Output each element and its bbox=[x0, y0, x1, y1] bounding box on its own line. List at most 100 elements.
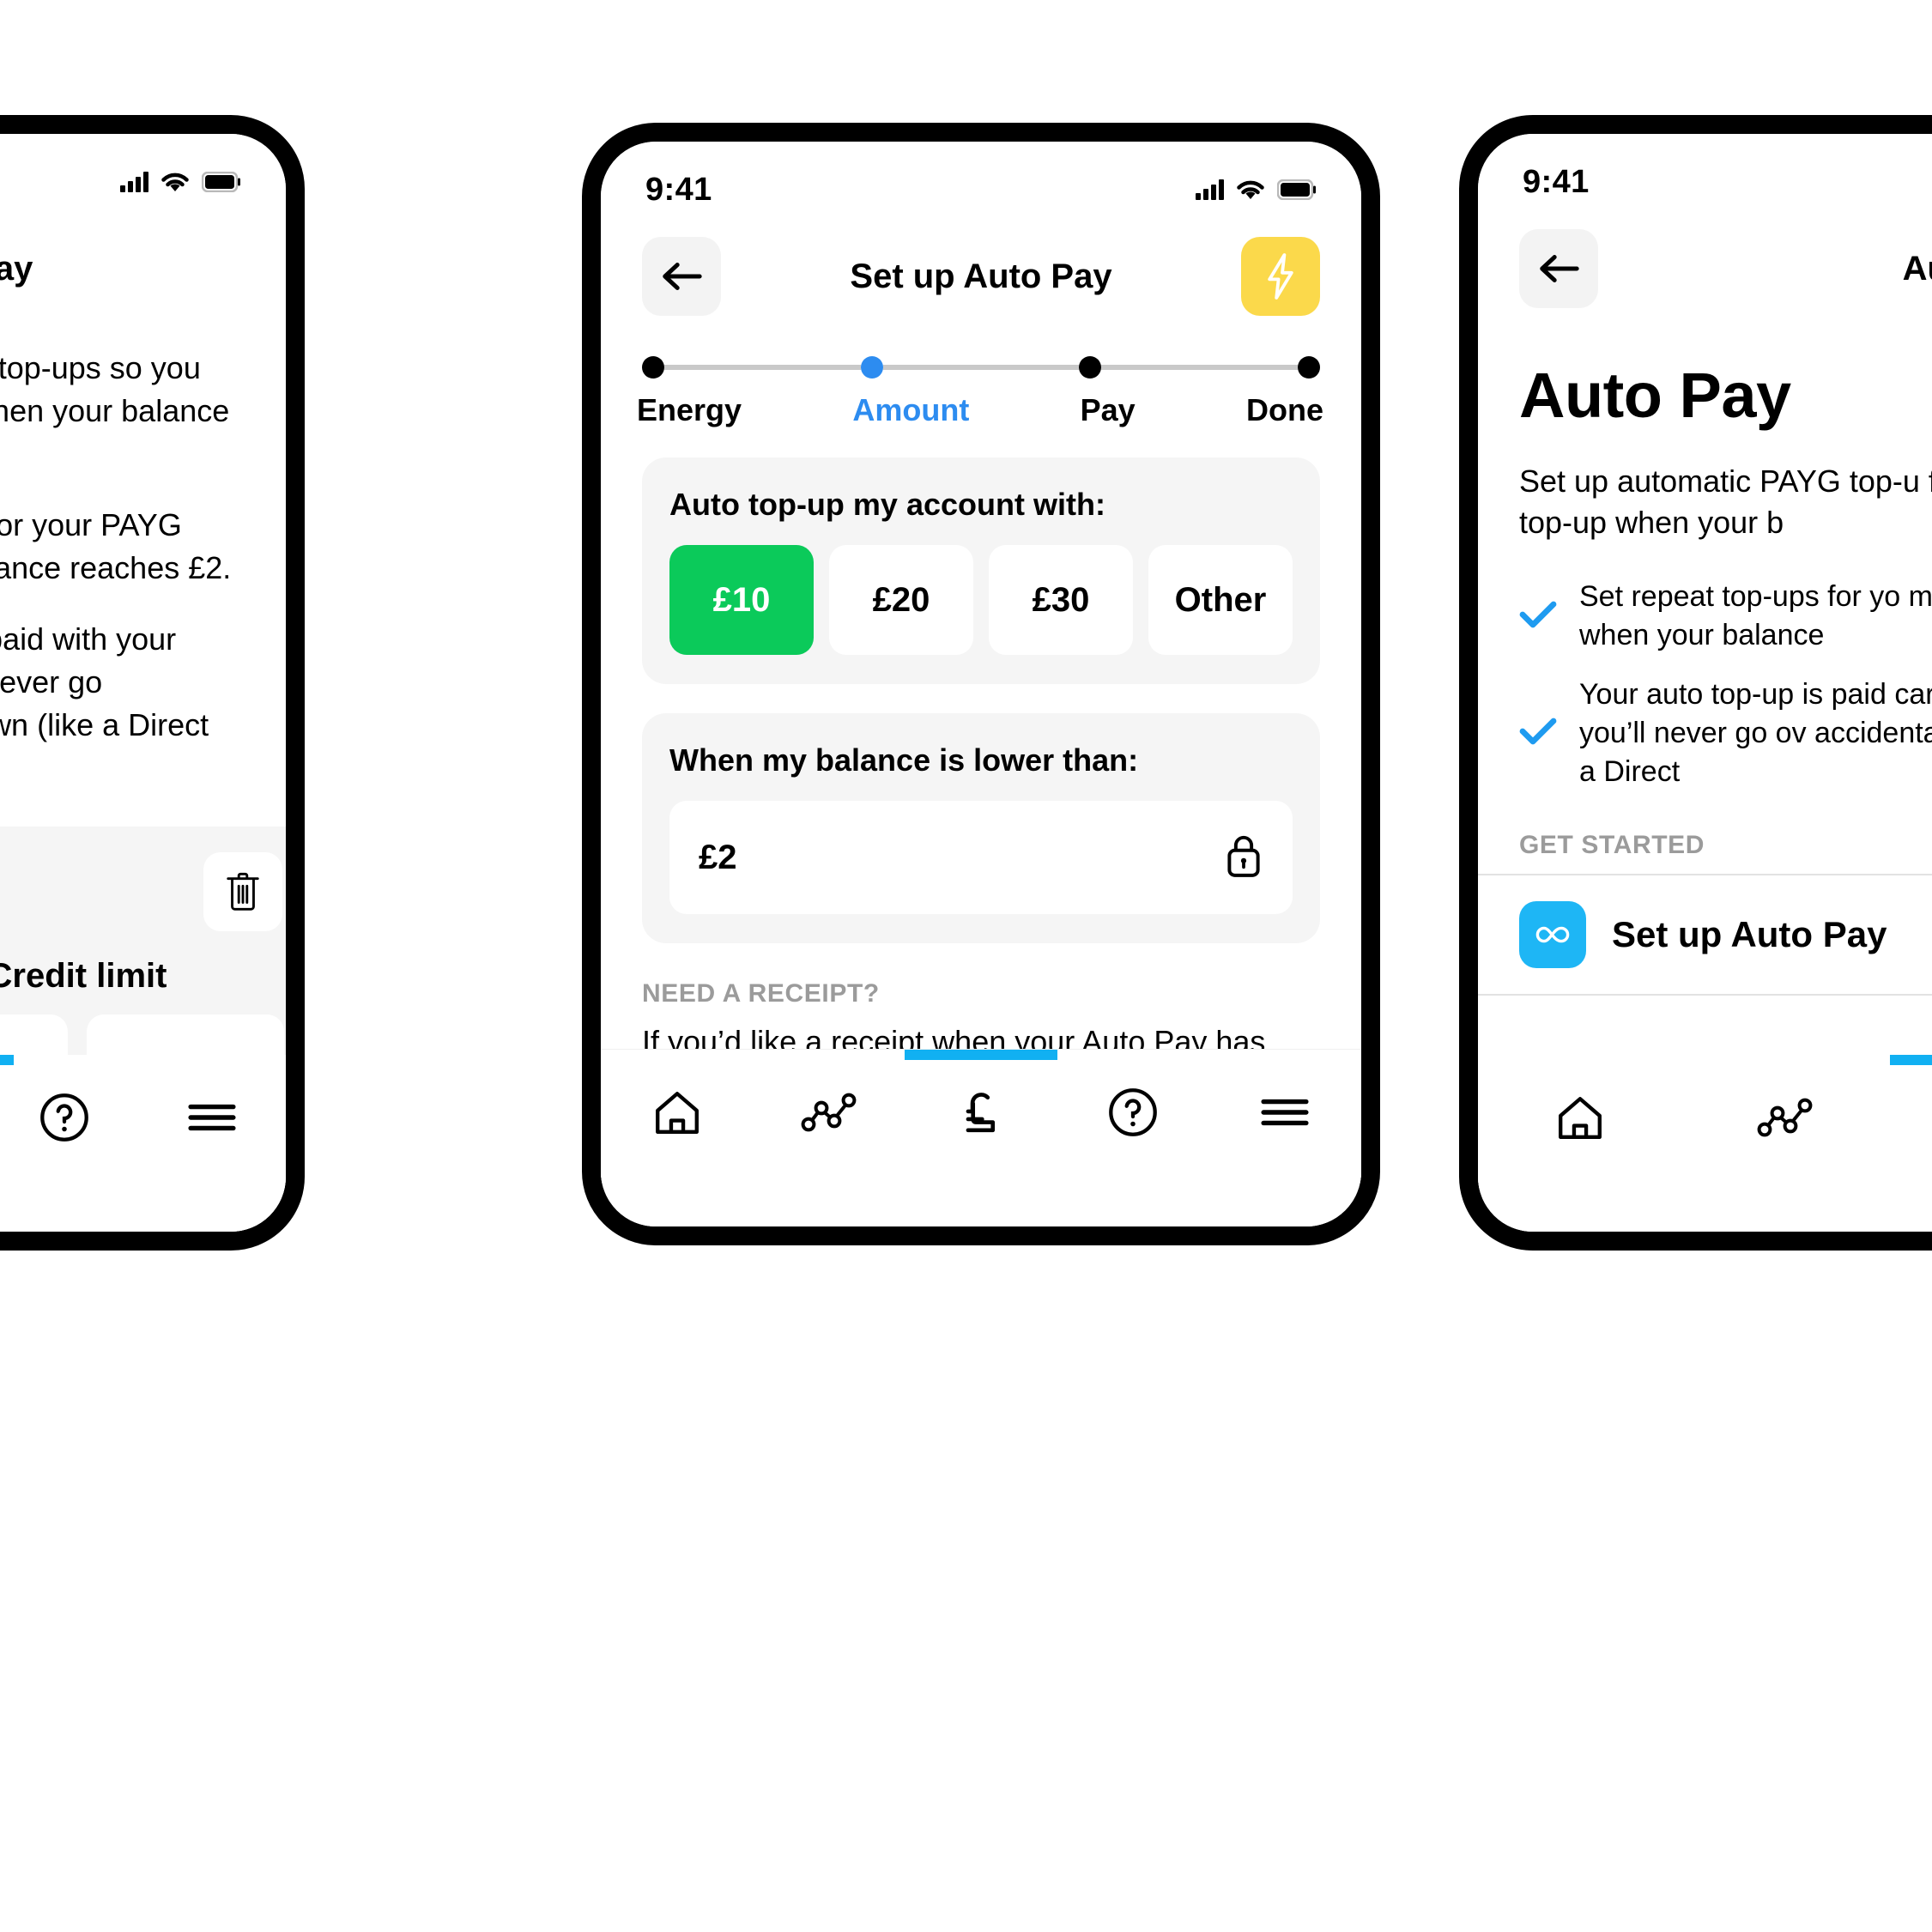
back-button[interactable] bbox=[1519, 229, 1598, 308]
credit-limit-label: Credit limit bbox=[0, 957, 167, 996]
list-item: Set repeat top-ups for yo meter when you… bbox=[1519, 578, 1932, 655]
tab-home[interactable] bbox=[1478, 1093, 1682, 1142]
tab-indicator-right bbox=[1889, 1055, 1932, 1065]
page-title-left: Auto Pay bbox=[0, 249, 33, 288]
check-icon bbox=[1519, 717, 1557, 750]
step-dot-done[interactable] bbox=[1298, 356, 1321, 379]
nav-bar-mid: Set up Auto Pay bbox=[601, 215, 1361, 318]
get-started-label: GET STARTED bbox=[1519, 830, 1705, 859]
question-circle-icon bbox=[40, 1093, 88, 1142]
check-icon bbox=[1519, 600, 1557, 633]
tab-payments[interactable] bbox=[1887, 1091, 1932, 1144]
tab-menu[interactable] bbox=[138, 1099, 286, 1136]
wifi-icon bbox=[1236, 179, 1265, 201]
right-intro-text: Set up automatic PAYG top-u forget to to… bbox=[1519, 463, 1932, 541]
battery-icon bbox=[1277, 179, 1317, 200]
stepper-track bbox=[642, 356, 1321, 379]
amount-option-other[interactable]: Other bbox=[1148, 545, 1293, 655]
nav-bar-left: Auto Pay bbox=[0, 208, 286, 311]
step-line-2 bbox=[882, 365, 1080, 370]
home-icon bbox=[1559, 1097, 1602, 1139]
benefit-text: Set repeat top-ups for yo meter when you… bbox=[1579, 580, 1932, 652]
balance-threshold-card: When my balance is lower than: £2 bbox=[642, 713, 1320, 943]
page-title-right: Auto Pay bbox=[1519, 360, 1791, 431]
status-bar-right: 9:41 bbox=[1478, 134, 1932, 208]
tab-indicator-left bbox=[0, 1055, 14, 1065]
step-label-amount: Amount bbox=[852, 392, 970, 427]
lightning-bolt-icon bbox=[1268, 253, 1293, 300]
back-button[interactable] bbox=[642, 237, 721, 316]
step-label-pay: Pay bbox=[1080, 392, 1136, 427]
stepper-labels: Energy Amount Pay Done bbox=[637, 392, 1324, 428]
back-arrow-icon bbox=[663, 263, 702, 290]
nav-bar-right: Auto Pay bbox=[1478, 208, 1932, 311]
benefit-text: Your auto top-up is paid card, so you’ll… bbox=[1579, 678, 1932, 788]
cellular-signal-icon bbox=[1196, 179, 1224, 200]
balance-threshold-value: £2 bbox=[699, 838, 737, 876]
list-item-setup-auto-pay[interactable]: Set up Auto Pay bbox=[1478, 875, 1932, 994]
status-bar-left bbox=[0, 134, 286, 208]
status-icons bbox=[1196, 179, 1317, 201]
left-bullet-1: op-ups for your PAYG your balance reache… bbox=[0, 507, 232, 585]
step-line-1 bbox=[664, 365, 861, 370]
question-circle-icon bbox=[1109, 1088, 1158, 1136]
tab-bar-right bbox=[1478, 1055, 1932, 1232]
left-intro-block: c PAYG top-ups so you never when your ba… bbox=[0, 311, 286, 789]
battery-icon bbox=[202, 172, 241, 192]
topup-amount-card: Auto top-up my account with: £10 £20 £30… bbox=[642, 457, 1320, 684]
left-intro-text: c PAYG top-ups so you never when your ba… bbox=[0, 350, 230, 428]
chart-dots-icon bbox=[1757, 1098, 1813, 1137]
tab-bar-left bbox=[0, 1055, 286, 1232]
phone-left-screen: Auto Pay c PAYG top-ups so you never whe… bbox=[0, 134, 286, 1232]
tab-help[interactable] bbox=[1057, 1087, 1209, 1138]
phone-middle: 9:41 Set up Auto Pay Energy Amount Pay D… bbox=[582, 123, 1380, 1245]
amount-option-20[interactable]: £20 bbox=[829, 545, 973, 655]
tabs-left bbox=[0, 1055, 286, 1232]
step-label-done: Done bbox=[1246, 392, 1324, 427]
status-time: 9:41 bbox=[645, 171, 712, 208]
chart-dots-icon bbox=[801, 1093, 857, 1132]
list-item-label: Set up Auto Pay bbox=[1612, 913, 1887, 954]
divider-bottom bbox=[1478, 993, 1932, 996]
tab-usage[interactable] bbox=[753, 1091, 905, 1134]
step-dot-energy[interactable] bbox=[642, 356, 664, 379]
pound-icon bbox=[966, 1093, 996, 1133]
amount-option-10[interactable]: £10 bbox=[669, 545, 814, 655]
cellular-signal-icon bbox=[120, 172, 148, 192]
status-bar-mid: 9:41 bbox=[601, 142, 1361, 215]
trash-icon bbox=[227, 872, 259, 911]
lock-icon bbox=[1224, 833, 1263, 883]
balance-threshold-title: When my balance is lower than: bbox=[669, 742, 1139, 778]
phone-middle-screen: 9:41 Set up Auto Pay Energy Amount Pay D… bbox=[601, 142, 1361, 1226]
screenshot-stage: Auto Pay c PAYG top-ups so you never whe… bbox=[0, 0, 1932, 1932]
step-label-energy: Energy bbox=[637, 392, 742, 427]
tabs-right bbox=[1478, 1055, 1932, 1232]
topup-amount-options: £10 £20 £30 Other bbox=[669, 545, 1293, 655]
home-icon bbox=[655, 1092, 699, 1134]
tab-usage[interactable] bbox=[1682, 1096, 1887, 1139]
phone-right: 9:41 Auto Pay Auto Pay Set up automatic … bbox=[1459, 115, 1932, 1251]
step-line-3 bbox=[1101, 365, 1299, 370]
infinity-icon bbox=[1519, 900, 1586, 968]
tab-menu[interactable] bbox=[1209, 1093, 1361, 1131]
topup-amount-title: Auto top-up my account with: bbox=[669, 487, 1105, 522]
balance-threshold-field: £2 bbox=[669, 801, 1293, 914]
hamburger-icon bbox=[188, 1104, 236, 1131]
lightning-action-button[interactable] bbox=[1241, 237, 1320, 316]
tab-home[interactable] bbox=[601, 1088, 753, 1136]
phone-left: Auto Pay c PAYG top-ups so you never whe… bbox=[0, 115, 305, 1251]
amount-option-30[interactable]: £30 bbox=[989, 545, 1133, 655]
back-arrow-icon bbox=[1540, 255, 1579, 282]
setup-stepper: Energy Amount Pay Done bbox=[601, 318, 1361, 428]
tab-payments[interactable] bbox=[905, 1086, 1057, 1139]
list-item: Your auto top-up is paid card, so you’ll… bbox=[1519, 675, 1932, 791]
tab-help[interactable] bbox=[0, 1092, 138, 1143]
status-time: 9:41 bbox=[1523, 163, 1590, 200]
step-dot-amount[interactable] bbox=[860, 356, 883, 379]
status-icons bbox=[120, 171, 241, 193]
step-dot-pay[interactable] bbox=[1079, 356, 1102, 379]
benefit-list: Set repeat top-ups for yo meter when you… bbox=[1478, 543, 1932, 790]
tab-indicator-mid bbox=[905, 1050, 1057, 1060]
hamburger-icon bbox=[1261, 1099, 1309, 1126]
delete-button[interactable] bbox=[203, 852, 282, 932]
